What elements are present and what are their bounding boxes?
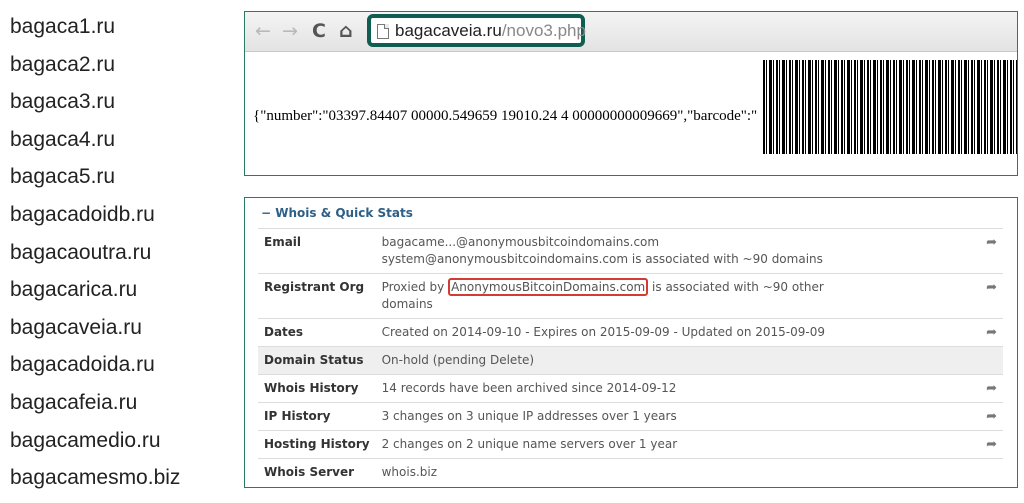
org-suffix: is associated with ~90 other [648,280,824,294]
browser-window: ← → C ⌂ bagacaveia.ru/novo3.php {"number… [244,11,1018,176]
share-icon[interactable]: ➦ [971,430,1003,459]
domain-item: bagaca5.ru [10,165,116,189]
domain-item: bagacarica.ru [10,278,138,302]
reload-icon[interactable]: C [312,20,326,42]
row-spacer [971,458,1003,486]
row-key: Domain Status [258,346,376,375]
domain-item: bagacaveia.ru [10,315,142,339]
share-icon[interactable]: ➦ [971,318,1003,347]
url-text[interactable]: bagacaveia.ru/novo3.php [395,21,586,41]
domain-item: bagaca4.ru [10,127,116,151]
domain-item: bagacadoidb.ru [10,202,155,226]
whois-header[interactable]: − Whois & Quick Stats [261,206,413,220]
table-row: Hosting History 2 changes on 2 unique na… [258,430,1003,459]
share-icon[interactable]: ➦ [971,228,1003,274]
row-key: Whois Server [258,458,376,486]
whois-table: Email bagacame...@anonymousbitcoindomain… [258,228,1003,486]
whois-title: Whois & Quick Stats [275,206,413,220]
table-row: Registrant Org Proxied by AnonymousBitco… [258,273,1003,319]
share-icon[interactable]: ➦ [971,402,1003,431]
collapse-icon[interactable]: − [261,206,271,220]
row-key: Hosting History [258,430,376,459]
row-key: Whois History [258,374,376,403]
domain-list: bagaca1.ru bagaca2.ru bagaca3.ru bagaca4… [10,14,180,503]
domain-item: bagacamedio.ru [10,428,161,452]
table-row: Dates Created on 2014-09-10 - Expires on… [258,318,1003,347]
row-key: Registrant Org [258,273,376,319]
address-bar[interactable]: bagacaveia.ru/novo3.php [367,14,586,47]
row-value: bagacame...@anonymousbitcoindomains.com … [375,228,971,274]
back-icon[interactable]: ← [255,20,271,42]
browser-toolbar: ← → C ⌂ bagacaveia.ru/novo3.php [245,12,1017,52]
row-value: Proxied by AnonymousBitcoinDomains.com i… [375,273,971,319]
domain-item: bagaca1.ru [10,15,116,38]
share-icon[interactable]: ➦ [971,374,1003,403]
org-prefix: Proxied by [381,280,449,294]
share-icon[interactable]: ➦ [971,273,1003,319]
url-host: bagacaveia.ru [395,21,502,40]
row-value: 14 records have been archived since 2014… [375,374,971,403]
table-row: Whois Server whois.biz [258,458,1003,486]
page-json-text: {"number":"03397.84407 00000.549659 1901… [253,108,758,124]
domain-item: bagacaoutra.ru [10,240,152,264]
forward-icon[interactable]: → [282,20,298,42]
row-key: IP History [258,402,376,431]
row-value: 3 changes on 3 unique IP addresses over … [375,402,971,431]
row-value: On-hold (pending Delete) [375,346,971,375]
home-icon[interactable]: ⌂ [339,20,353,42]
table-row: IP History 3 changes on 3 unique IP addr… [258,402,1003,431]
row-key: Email [258,228,376,274]
domain-item: bagacamesmo.biz [10,466,181,490]
table-row: Whois History 14 records have been archi… [258,374,1003,403]
org-line-2: domains [381,297,433,311]
domain-item: bagaca3.ru [10,90,116,114]
whois-panel: − Whois & Quick Stats Email bagacame...@… [244,197,1018,488]
domain-item: bagacafeia.ru [10,390,138,414]
url-path: /novo3.php [501,21,586,40]
email-line-2: system@anonymousbitcoindomains.com is as… [381,252,823,266]
table-row: Domain Status On-hold (pending Delete) [258,346,1003,375]
row-value: 2 changes on 2 unique name servers over … [375,430,971,459]
row-spacer [971,346,1003,375]
table-row: Email bagacame...@anonymousbitcoindomain… [258,228,1003,274]
barcode-image [763,60,1017,154]
row-key: Dates [258,318,376,347]
domain-item: bagacadoida.ru [10,353,155,377]
email-line-1: bagacame...@anonymousbitcoindomains.com [381,235,660,249]
page-icon [377,24,389,39]
org-highlight-link[interactable]: AnonymousBitcoinDomains.com [448,278,649,296]
row-value: whois.biz [375,458,971,486]
domain-item: bagaca2.ru [10,52,116,76]
row-value: Created on 2014-09-10 - Expires on 2015-… [375,318,971,347]
